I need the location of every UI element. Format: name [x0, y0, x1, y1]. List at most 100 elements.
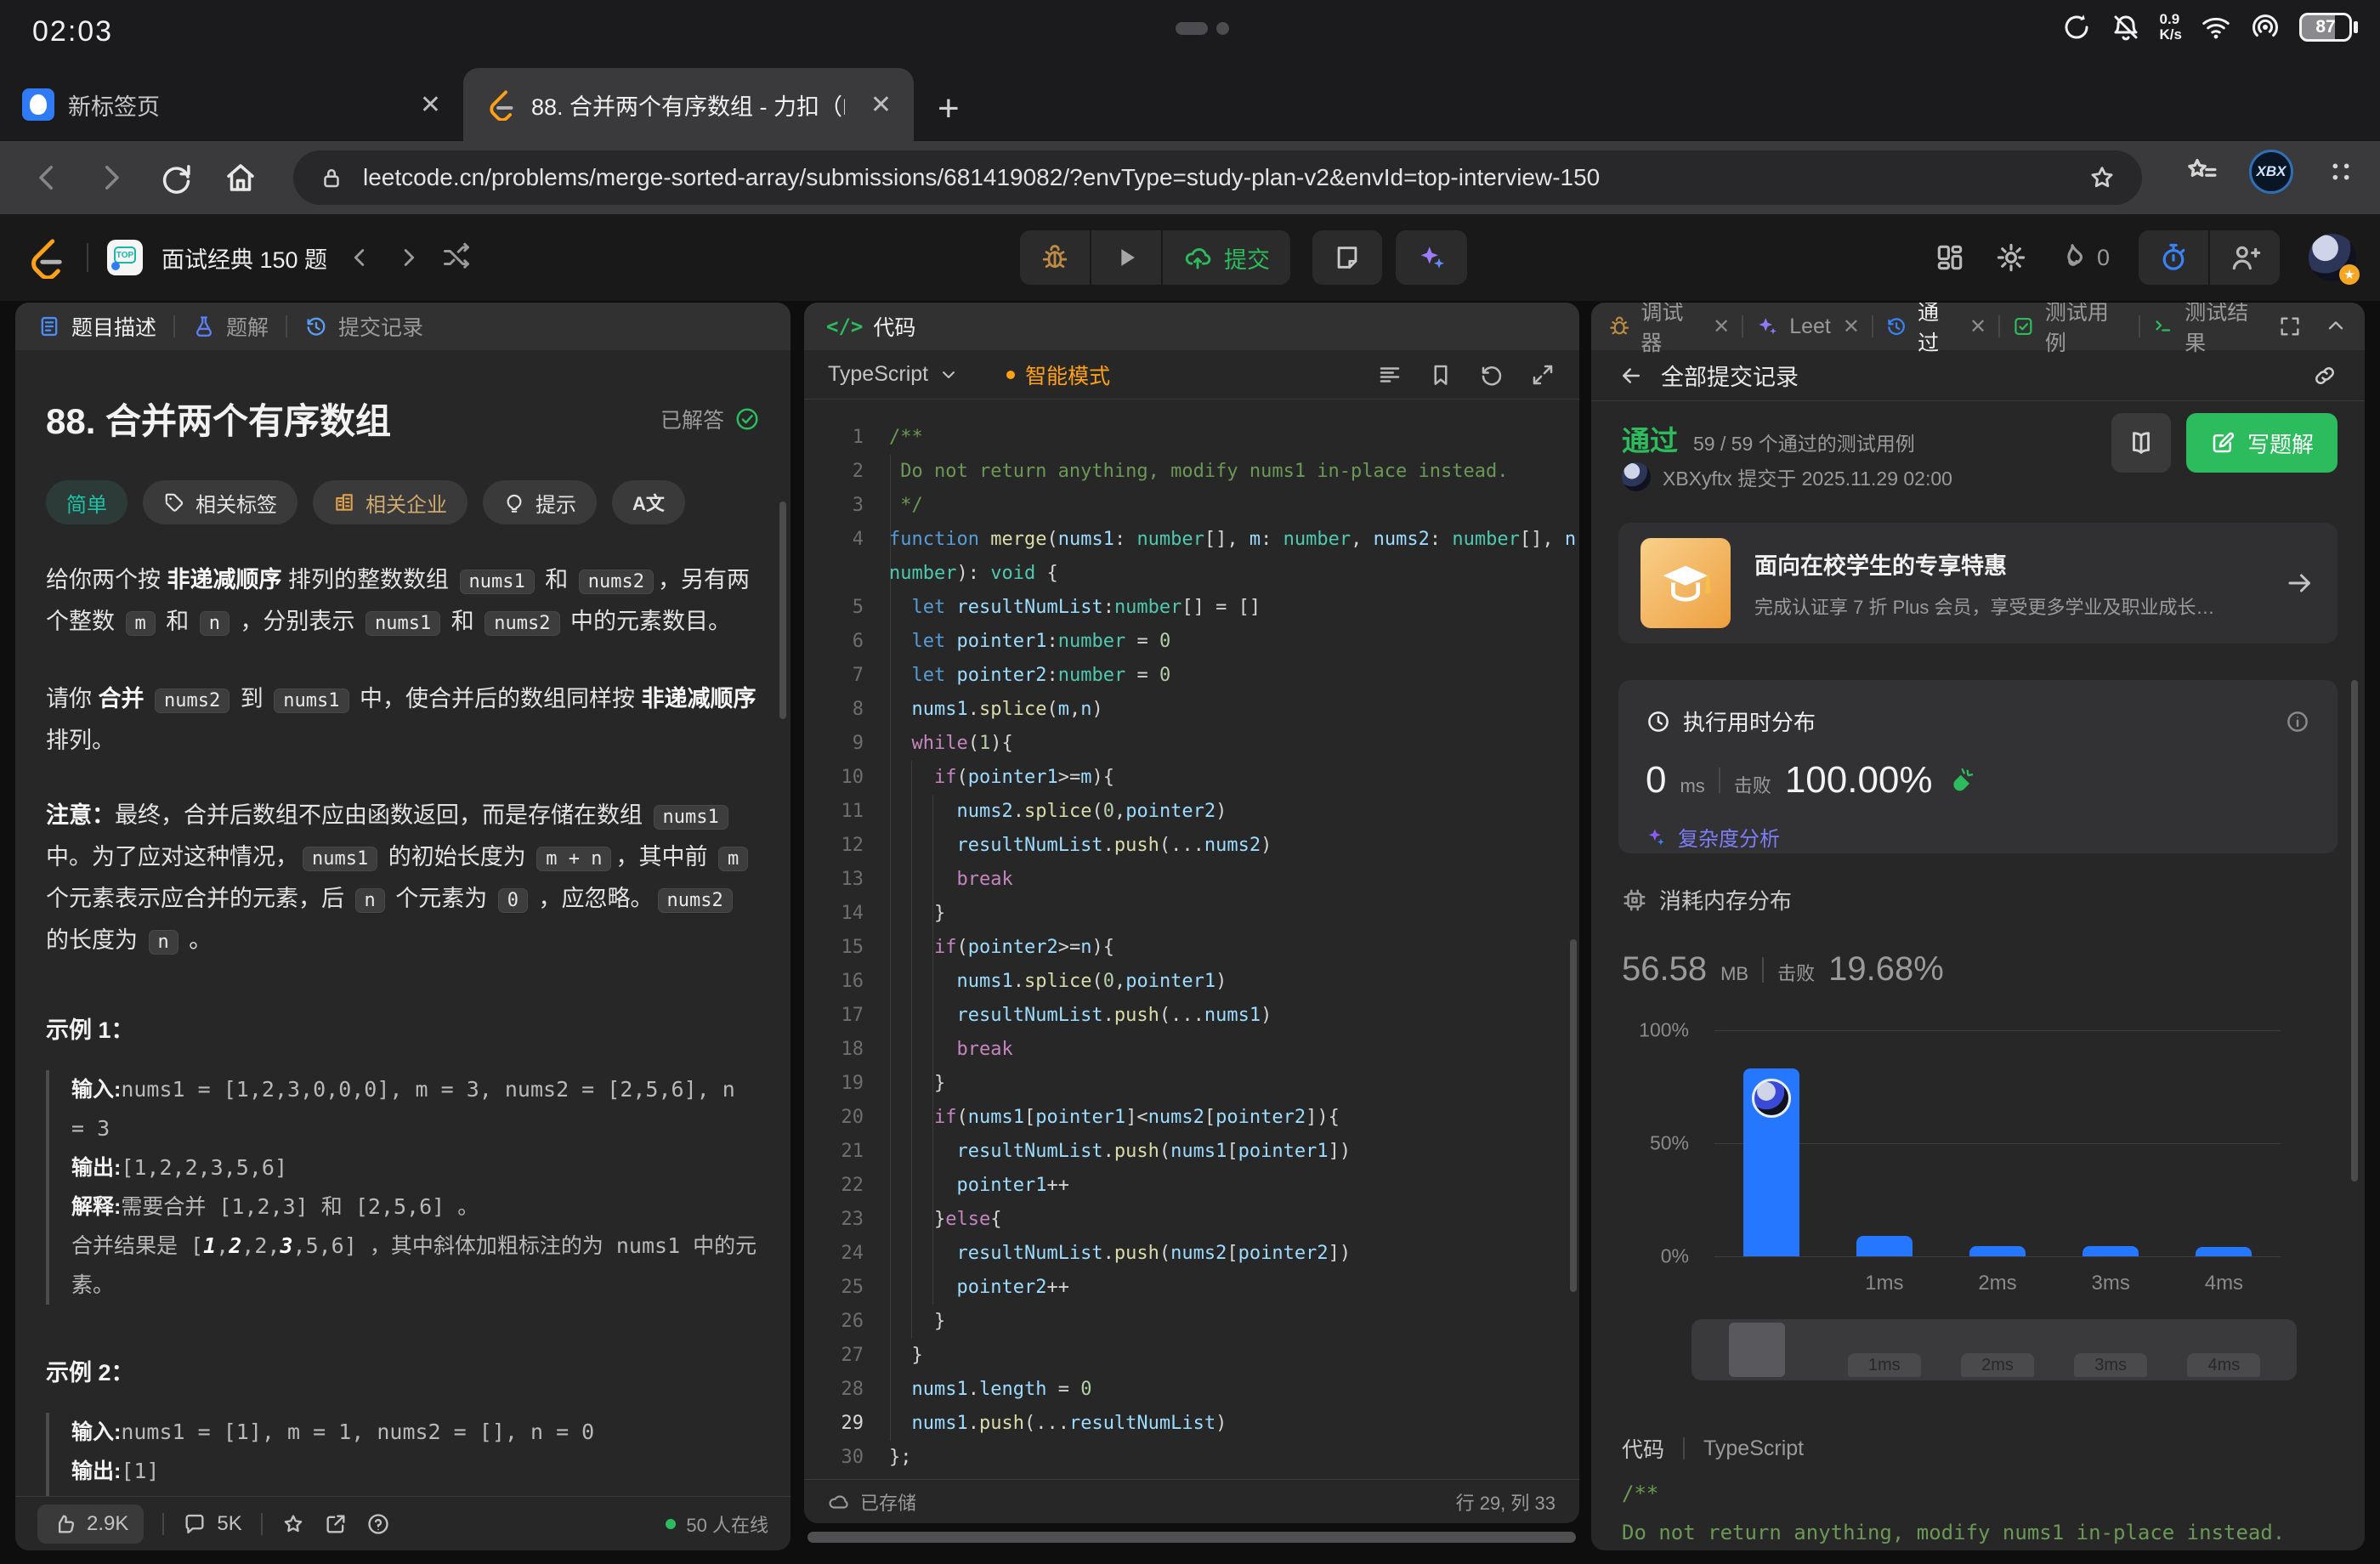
code-line[interactable]: 14 }: [804, 897, 1579, 931]
hint-chip[interactable]: 提示: [483, 480, 597, 524]
back-icon[interactable]: [29, 160, 65, 196]
write-solution-button[interactable]: 写题解: [2186, 413, 2338, 473]
browser-tab-newtab[interactable]: 新标签页 ✕: [0, 68, 463, 141]
browser-menu-icon[interactable]: [2324, 155, 2358, 189]
comments-button[interactable]: 5K: [183, 1512, 241, 1536]
code-line[interactable]: 9 while(1){: [804, 727, 1579, 761]
code-line[interactable]: 19 }: [804, 1067, 1579, 1101]
streak-counter[interactable]: 0: [2056, 241, 2110, 274]
code-line[interactable]: 30};: [804, 1441, 1579, 1475]
chart-bar-0ms[interactable]: [1743, 1068, 1799, 1256]
ai-assistant-button[interactable]: [1396, 230, 1467, 285]
code-line[interactable]: 23 }else{: [804, 1203, 1579, 1237]
shuffle-icon[interactable]: [441, 242, 472, 273]
code-line[interactable]: 29 nums1.push(...resultNumList): [804, 1407, 1579, 1441]
notes-button[interactable]: [1312, 230, 1382, 285]
horizontal-scrollbar[interactable]: [808, 1532, 1576, 1543]
complexity-analysis-link[interactable]: 复杂度分析: [1646, 822, 2310, 852]
bookmark-star-icon[interactable]: [2088, 163, 2116, 192]
stopwatch-icon[interactable]: [2139, 241, 2208, 274]
code-line[interactable]: 24 resultNumList.push(nums2[pointer2]): [804, 1237, 1579, 1271]
code-line[interactable]: 5 let resultNumList:number[] = []: [804, 591, 1579, 625]
new-tab-button[interactable]: +: [938, 90, 960, 128]
smart-mode-toggle[interactable]: 智能模式: [1006, 360, 1110, 390]
editor-scrollbar[interactable]: [1570, 939, 1577, 1292]
leetcode-logo[interactable]: [26, 236, 68, 279]
close-icon[interactable]: ✕: [1969, 314, 1986, 339]
code-line[interactable]: number): void {: [804, 557, 1579, 591]
back-to-submissions[interactable]: 全部提交记录: [1591, 350, 2365, 401]
code-line[interactable]: 16 nums1.splice(0,pointer1): [804, 965, 1579, 999]
expand-editor-icon[interactable]: [1530, 362, 1556, 388]
tab-testresult[interactable]: 测试结果: [2152, 303, 2267, 357]
chart-bar-2ms[interactable]: [1969, 1246, 2026, 1256]
result-scrollbar[interactable]: [2351, 680, 2358, 1182]
brush-handle[interactable]: [1729, 1323, 1785, 1377]
collapse-panel-icon[interactable]: [2324, 314, 2348, 338]
forward-icon[interactable]: [94, 160, 129, 196]
url-bar[interactable]: leetcode.cn/problems/merge-sorted-array/…: [293, 150, 2142, 205]
info-icon[interactable]: [2285, 709, 2310, 734]
tab-code[interactable]: </> 代码: [826, 311, 915, 342]
code-editor[interactable]: 1/**2 Do not return anything, modify num…: [804, 400, 1579, 1479]
chart-bar-1ms[interactable]: [1856, 1236, 1912, 1256]
chart-bar-3ms[interactable]: [2082, 1246, 2139, 1256]
study-plan-title[interactable]: 面试经典 150 题: [162, 241, 327, 275]
bookmark-icon[interactable]: [1428, 362, 1454, 388]
home-icon[interactable]: [223, 160, 258, 196]
browser-profile-avatar[interactable]: XBX: [2249, 150, 2293, 194]
code-line[interactable]: 12 resultNumList.push(...nums2): [804, 829, 1579, 863]
tab-passed[interactable]: 通过✕: [1885, 303, 1986, 357]
code-line[interactable]: 27 }: [804, 1339, 1579, 1373]
copy-link-icon[interactable]: [2312, 363, 2338, 388]
submit-button[interactable]: 提交: [1163, 230, 1290, 285]
language-select[interactable]: TypeScript: [828, 362, 959, 387]
code-line[interactable]: 21 resultNumList.push(nums1[pointer1]): [804, 1135, 1579, 1169]
tab-testcase[interactable]: 测试用例: [2012, 303, 2127, 357]
layout-icon[interactable]: [1934, 241, 1966, 274]
tab-debugger[interactable]: 调试器✕: [1608, 303, 1730, 357]
favorites-list-icon[interactable]: [2184, 155, 2218, 189]
like-button[interactable]: 2.9K: [37, 1504, 144, 1544]
chart-bar-4ms[interactable]: [2196, 1247, 2252, 1256]
tab-leet-ai[interactable]: Leet✕: [1755, 314, 1860, 339]
code-line[interactable]: 4function merge(nums1: number[], m: numb…: [804, 523, 1579, 557]
related-tags-chip[interactable]: 相关标签: [143, 480, 298, 524]
translate-chip[interactable]: A文: [612, 480, 685, 524]
close-tab-icon[interactable]: ✕: [870, 90, 892, 120]
share-button[interactable]: [324, 1512, 348, 1536]
code-line[interactable]: 7 let pointer2:number = 0: [804, 659, 1579, 693]
fullscreen-icon[interactable]: [2278, 314, 2302, 338]
code-line[interactable]: 25 pointer2++: [804, 1271, 1579, 1305]
code-line[interactable]: 17 resultNumList.push(...nums1): [804, 999, 1579, 1033]
settings-gear-icon[interactable]: [1995, 241, 2027, 274]
browser-tab-leetcode[interactable]: 88. 合并两个有序数组 - 力扣（LeetC ✕: [463, 68, 914, 141]
code-line[interactable]: 18 break: [804, 1033, 1579, 1067]
prev-problem-icon[interactable]: [346, 243, 375, 272]
tab-solutions[interactable]: 题解: [192, 311, 269, 342]
related-companies-chip[interactable]: 相关企业: [313, 480, 468, 524]
problem-scrollbar[interactable]: [779, 502, 786, 719]
code-line[interactable]: 10 if(pointer1>=m){: [804, 761, 1579, 795]
code-line[interactable]: 11 nums2.splice(0,pointer2): [804, 795, 1579, 829]
close-icon[interactable]: ✕: [1713, 314, 1730, 339]
close-tab-icon[interactable]: ✕: [420, 90, 441, 120]
tab-description[interactable]: 题目描述: [37, 311, 156, 342]
code-line[interactable]: 8 nums1.splice(m,n): [804, 693, 1579, 727]
help-button[interactable]: [366, 1512, 390, 1536]
user-avatar[interactable]: ★: [2309, 234, 2356, 281]
code-line[interactable]: 20 if(nums1[pointer1]<nums2[pointer2]){: [804, 1101, 1579, 1135]
study-plan-icon[interactable]: TOP: [107, 240, 143, 275]
next-problem-icon[interactable]: [394, 243, 422, 272]
student-promo-banner[interactable]: 面向在校学生的专享特惠 完成认证享 7 折 Plus 会员，享受更多学业及职业成…: [1618, 523, 2338, 643]
invite-user-icon[interactable]: [2210, 241, 2280, 274]
memory-section[interactable]: 消耗内存分布: [1622, 884, 1792, 915]
code-line[interactable]: 13 break: [804, 863, 1579, 897]
debug-button[interactable]: [1020, 230, 1090, 285]
favorite-star-button[interactable]: [281, 1512, 305, 1536]
chart-brush[interactable]: 1ms2ms3ms4ms: [1692, 1319, 2297, 1380]
code-line[interactable]: 6 let pointer1:number = 0: [804, 625, 1579, 659]
code-line[interactable]: 2 Do not return anything, modify nums1 i…: [804, 455, 1579, 489]
code-line[interactable]: 26 }: [804, 1305, 1579, 1339]
tab-submissions[interactable]: 提交记录: [304, 311, 423, 342]
